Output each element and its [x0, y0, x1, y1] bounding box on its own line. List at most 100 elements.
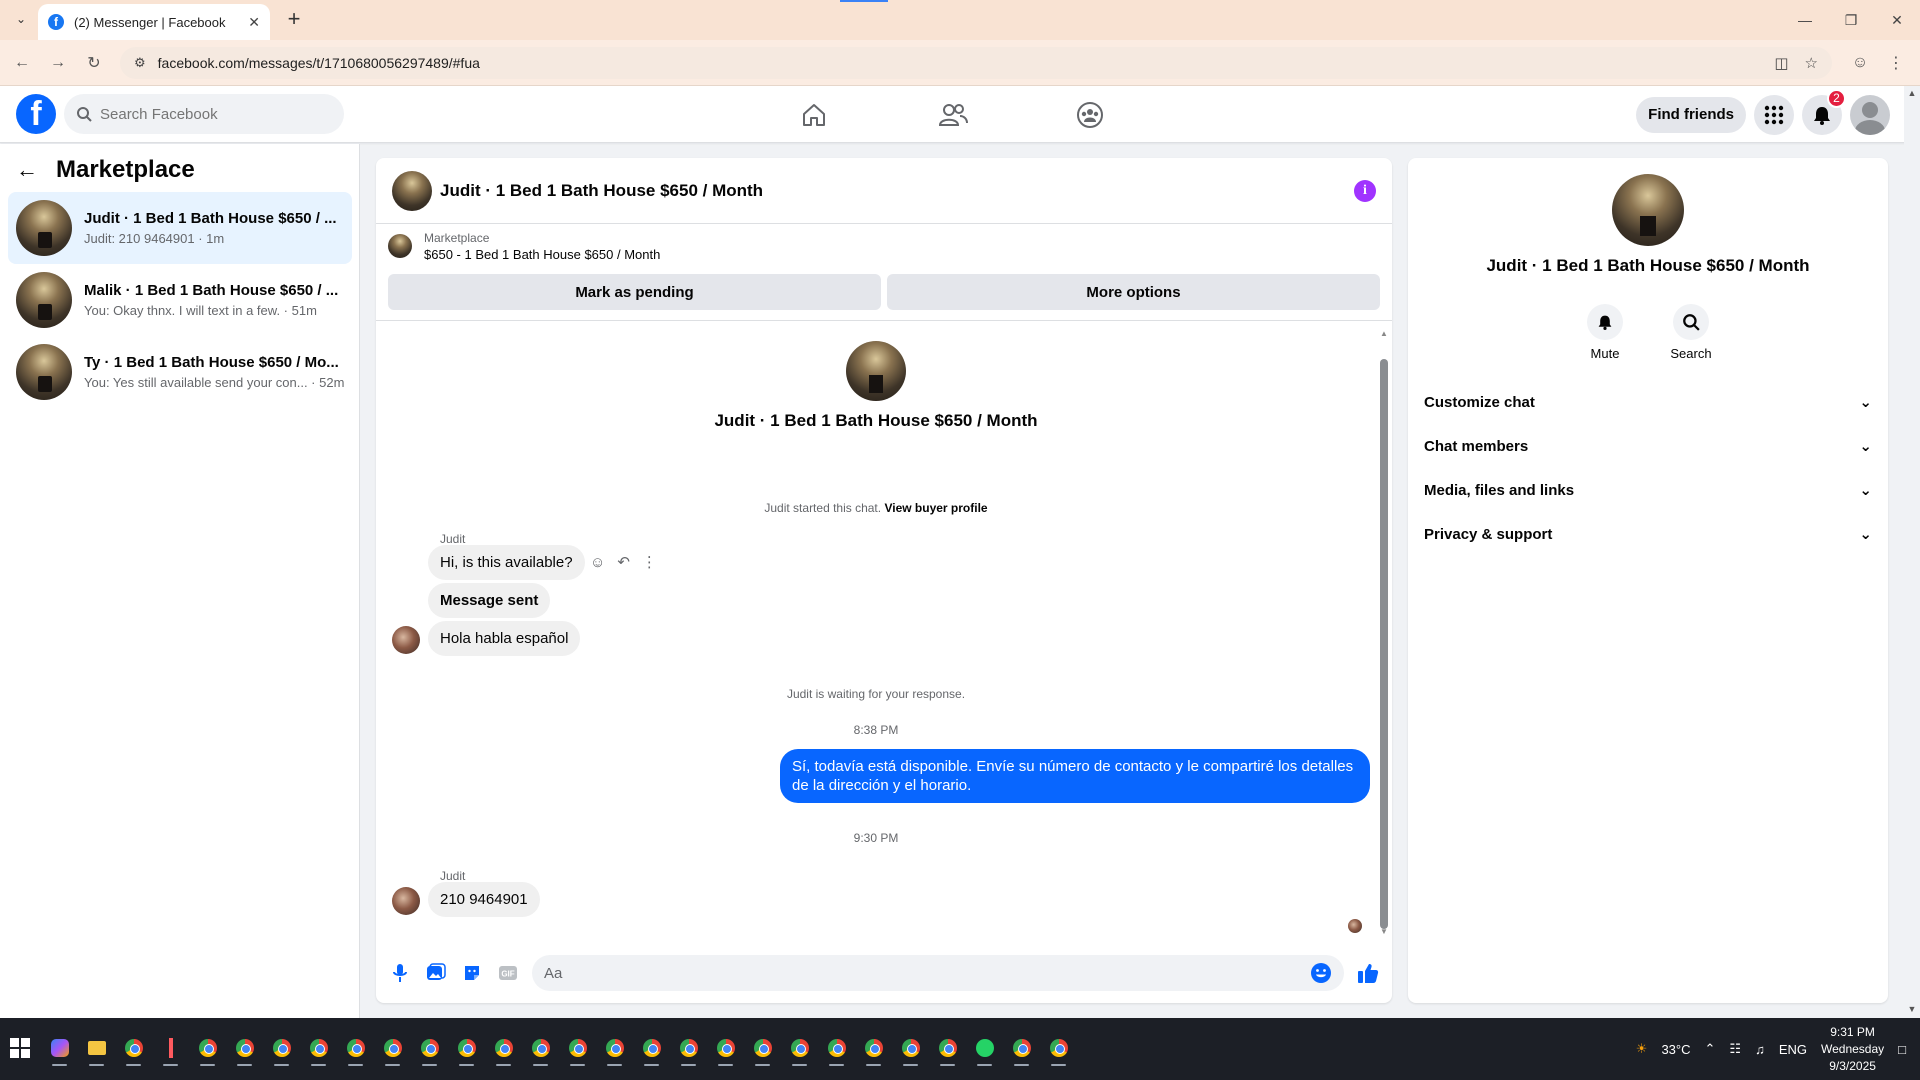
message-bubble[interactable]: 210 9464901 — [428, 882, 540, 917]
clock[interactable]: 9:31 PM Wednesday 9/3/2025 — [1821, 1024, 1884, 1075]
nav-friends[interactable] — [897, 86, 1009, 143]
section-chat-members[interactable]: Chat members ⌄ — [1416, 424, 1880, 468]
chrome-icon[interactable] — [451, 1030, 482, 1066]
facebook-logo-icon[interactable]: f — [16, 94, 56, 134]
scroll-down-icon[interactable]: ▼ — [1380, 927, 1388, 936]
conversation-item[interactable]: Ty · 1 Bed 1 Bath House $650 / Mo... You… — [8, 336, 352, 408]
sender-avatar[interactable] — [392, 887, 420, 915]
reply-arrow-icon[interactable]: ↶ — [617, 553, 630, 571]
info-icon[interactable]: i — [1354, 179, 1376, 202]
sender-avatar[interactable] — [392, 626, 420, 654]
back-arrow-icon[interactable]: ← — [10, 51, 34, 75]
chrome-icon[interactable] — [488, 1030, 519, 1066]
weather-icon[interactable]: ☀ — [1636, 1041, 1648, 1057]
chrome-icon[interactable] — [377, 1030, 408, 1066]
chrome-icon[interactable] — [821, 1030, 852, 1066]
window-close-icon[interactable]: ✕ — [1874, 0, 1920, 40]
forward-arrow-icon[interactable]: → — [46, 51, 70, 75]
view-buyer-profile-link[interactable]: View buyer profile — [884, 501, 987, 515]
minimize-icon[interactable]: — — [1782, 0, 1828, 40]
thumbs-up-icon[interactable] — [1352, 957, 1384, 989]
network-icon[interactable]: ☷ — [1729, 1041, 1741, 1057]
conversation-item[interactable]: Malik · 1 Bed 1 Bath House $650 / ... Yo… — [8, 264, 352, 336]
chat-title[interactable]: Judit · 1 Bed 1 Bath House $650 / Month — [440, 181, 1346, 201]
restore-icon[interactable]: ❐ — [1828, 0, 1874, 40]
my-message-bubble[interactable]: Sí, todavía está disponible. Envíe su nú… — [780, 749, 1370, 803]
temperature[interactable]: 33°C — [1661, 1042, 1690, 1057]
chrome-icon[interactable] — [229, 1030, 260, 1066]
nav-groups[interactable] — [1034, 86, 1146, 143]
chrome-icon[interactable] — [636, 1030, 667, 1066]
conversation-item[interactable]: Judit · 1 Bed 1 Bath House $650 / ... Ju… — [8, 192, 352, 264]
tab-close-icon[interactable]: ✕ — [248, 14, 260, 31]
copilot-icon[interactable] — [44, 1030, 75, 1066]
more-options-button[interactable]: More options — [887, 274, 1380, 310]
back-arrow-icon[interactable]: ← — [16, 157, 38, 183]
chrome-icon[interactable] — [747, 1030, 778, 1066]
chat-avatar[interactable] — [392, 170, 432, 211]
chrome-icon[interactable] — [118, 1030, 149, 1066]
notification-center-icon[interactable]: □ — [1898, 1042, 1906, 1057]
find-friends-button[interactable]: Find friends — [1636, 96, 1746, 133]
notifications-button[interactable]: 2 — [1802, 88, 1846, 135]
nav-home[interactable] — [758, 86, 870, 143]
gif-icon[interactable]: GIF — [492, 957, 524, 989]
chevron-up-icon[interactable]: ⌃ — [1705, 1041, 1716, 1057]
page-scrollbar[interactable]: ▲ ▼ — [1904, 86, 1920, 1018]
new-tab-plus-icon[interactable]: + — [282, 8, 306, 30]
message-bubble[interactable]: Hola habla español — [428, 621, 581, 656]
profile-icon[interactable]: ☺ — [1848, 51, 1872, 75]
chrome-icon[interactable] — [858, 1030, 889, 1066]
chrome-icon[interactable] — [710, 1030, 741, 1066]
message-bubble[interactable]: Hi, is this available? — [428, 545, 585, 580]
react-smiley-icon[interactable]: ☺ — [590, 554, 605, 571]
site-info-icon[interactable]: ⚙ — [134, 55, 146, 71]
scroll-down-icon[interactable]: ▼ — [1904, 1004, 1920, 1014]
search-input[interactable] — [100, 105, 320, 123]
more-dots-icon[interactable]: ⋮ — [642, 553, 657, 571]
chrome-icon[interactable] — [784, 1030, 815, 1066]
pinned-app-icon[interactable] — [155, 1030, 186, 1066]
volume-icon[interactable]: ♫ — [1755, 1042, 1765, 1057]
search-conversation-button[interactable]: Search — [1666, 304, 1716, 361]
scroll-up-icon[interactable]: ▲ — [1380, 329, 1388, 338]
chrome-icon[interactable] — [266, 1030, 297, 1066]
message-bubble[interactable]: Message sent — [428, 583, 551, 618]
photo-icon[interactable] — [420, 957, 452, 989]
browser-tab-messenger[interactable]: f (2) Messenger | Facebook ✕ — [38, 4, 270, 40]
language-indicator[interactable]: ENG — [1779, 1042, 1807, 1057]
file-explorer-icon[interactable] — [81, 1030, 112, 1066]
scroll-up-icon[interactable]: ▲ — [1904, 88, 1920, 98]
chrome-icon[interactable] — [895, 1030, 926, 1066]
menu-grid-button[interactable] — [1754, 94, 1794, 135]
message-input-box[interactable] — [532, 955, 1344, 991]
emoji-icon[interactable] — [1310, 962, 1332, 984]
chrome-icon[interactable] — [1043, 1030, 1074, 1066]
reload-icon[interactable]: ↻ — [82, 51, 106, 75]
chrome-icon[interactable] — [599, 1030, 630, 1066]
chrome-icon[interactable] — [932, 1030, 963, 1066]
thread-scrollbar[interactable]: ▲ ▼ — [1380, 329, 1388, 936]
account-avatar[interactable] — [1850, 94, 1890, 135]
chrome-icon[interactable] — [525, 1030, 556, 1066]
sticker-icon[interactable] — [456, 957, 488, 989]
mark-as-pending-button[interactable]: Mark as pending — [388, 274, 881, 310]
whatsapp-icon[interactable] — [969, 1030, 1000, 1066]
install-app-icon[interactable]: ◫ — [1774, 54, 1788, 72]
mute-button[interactable]: Mute — [1580, 304, 1630, 361]
scroll-thumb[interactable] — [1380, 359, 1388, 929]
facebook-search[interactable] — [64, 94, 344, 134]
listing-bar[interactable]: Marketplace $650 - 1 Bed 1 Bath House $6… — [376, 224, 1392, 268]
browser-menu-icon[interactable]: ⋮ — [1884, 51, 1908, 75]
bookmark-star-icon[interactable]: ☆ — [1805, 54, 1818, 72]
chrome-icon[interactable] — [414, 1030, 445, 1066]
chrome-icon[interactable] — [340, 1030, 371, 1066]
address-bar[interactable]: ⚙ facebook.com/messages/t/17106800562974… — [120, 47, 1832, 79]
message-input[interactable] — [544, 964, 1310, 982]
chrome-icon[interactable] — [673, 1030, 704, 1066]
chrome-icon[interactable] — [562, 1030, 593, 1066]
tab-search-chevron-icon[interactable]: ⌄ — [10, 8, 32, 30]
chrome-icon[interactable] — [192, 1030, 223, 1066]
chrome-icon[interactable] — [303, 1030, 334, 1066]
chrome-icon[interactable] — [1006, 1030, 1037, 1066]
